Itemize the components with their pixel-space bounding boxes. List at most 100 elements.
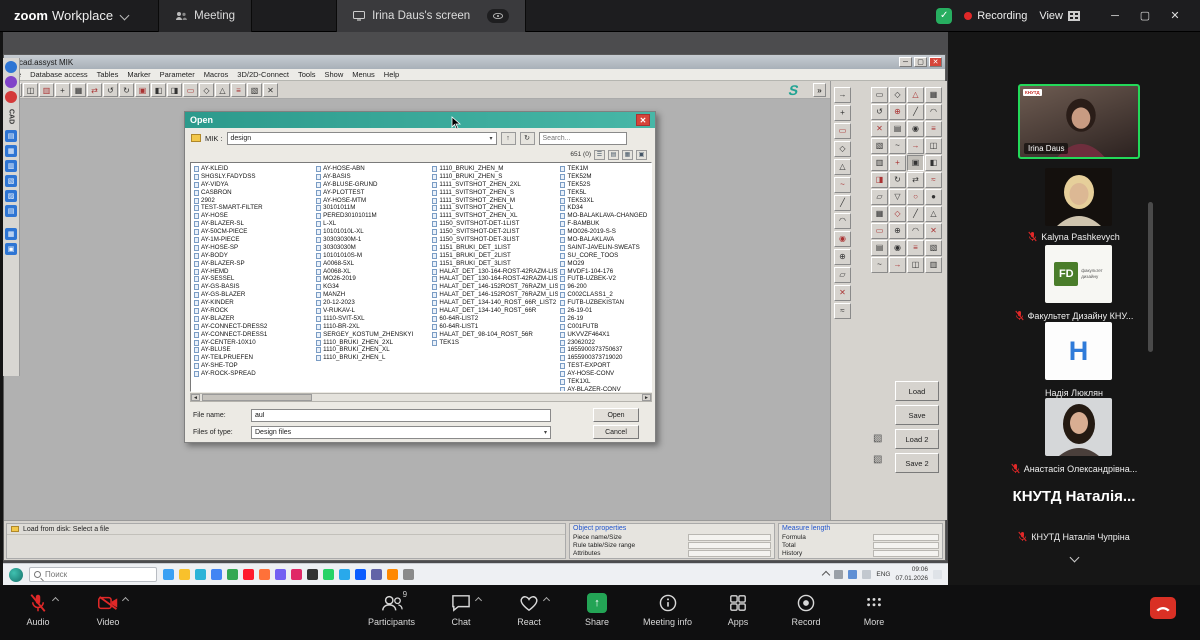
menu-help[interactable]: Help xyxy=(384,70,399,79)
file-item[interactable]: AY-HOSE-ABN xyxy=(316,165,430,173)
notification-icon[interactable] xyxy=(933,570,942,579)
dock-icon-8[interactable]: ▨ xyxy=(5,190,17,202)
file-item[interactable]: 30101011M xyxy=(316,204,430,212)
cad-tool-icon[interactable]: △ xyxy=(907,87,924,103)
watch-pill[interactable] xyxy=(487,9,509,23)
menu-parameter[interactable]: Parameter xyxy=(160,70,195,79)
language-indicator[interactable]: ENG xyxy=(876,571,890,578)
taskbar-app-icon-2[interactable] xyxy=(179,569,190,580)
file-item[interactable]: 1150_SVITSHOT-DET-2LIST xyxy=(432,228,558,236)
menu-tables[interactable]: Tables xyxy=(97,70,119,79)
cad-tool-icon[interactable]: ≡ xyxy=(231,83,246,97)
cad-tool-icon[interactable]: ◠ xyxy=(907,223,924,239)
file-item[interactable]: 1655900373750637 xyxy=(560,346,651,354)
file-item[interactable]: 1111_SVITSHOT_ZHEN_S xyxy=(432,189,558,197)
apps-button[interactable]: Apps xyxy=(716,592,760,627)
cad-tool-icon[interactable]: △ xyxy=(834,159,851,175)
file-item[interactable]: AY-BLAZER xyxy=(194,315,314,323)
menu-marker[interactable]: Marker xyxy=(127,70,150,79)
scroll-left-arrow[interactable]: ◄ xyxy=(191,394,200,401)
file-item[interactable]: AY-CONNECT-DRESS1 xyxy=(194,331,314,339)
cad-tool-icon[interactable]: ▭ xyxy=(834,123,851,139)
dock-icon-10[interactable]: ▦ xyxy=(5,228,17,240)
cad-tool-icon[interactable]: ~ xyxy=(871,257,888,273)
cad-tool-icon[interactable]: ▤ xyxy=(889,121,906,137)
file-item[interactable]: 10101010S-M xyxy=(316,252,430,260)
cad-tool-icon[interactable]: ▽ xyxy=(889,189,906,205)
cad-tool-icon[interactable]: ~ xyxy=(889,138,906,154)
file-item[interactable]: 1110-BR-2XL xyxy=(316,323,430,331)
file-item[interactable]: TEK1XL xyxy=(560,378,651,386)
taskbar-app-icon-4[interactable] xyxy=(211,569,222,580)
file-item[interactable]: AY-HOSE xyxy=(194,212,314,220)
file-item[interactable]: 1110_BRUKI_ZHEN_L xyxy=(316,354,430,362)
logo-tile-fd[interactable]: FD факультет дизайну xyxy=(1045,245,1112,303)
file-item[interactable]: HALAT_DET_130-164-ROST-42RAZM-LIST2 xyxy=(432,268,558,276)
folder-dropdown[interactable]: design ▾ xyxy=(227,132,497,145)
meeting-info-button[interactable]: Meeting info xyxy=(643,592,692,627)
audio-options-caret[interactable] xyxy=(52,597,59,604)
file-item[interactable]: 1111_SVITSHOT_ZHEN_L xyxy=(432,204,558,212)
file-item[interactable]: TEST-SMART-FILTER xyxy=(194,204,314,212)
file-item[interactable]: 30303030M-1 xyxy=(316,236,430,244)
dialog-search-input[interactable] xyxy=(539,132,627,145)
file-item[interactable]: TEK53XL xyxy=(560,197,651,205)
cad-tool-icon[interactable]: ╱ xyxy=(834,195,851,211)
file-item[interactable]: V-RUKAV-L xyxy=(316,307,430,315)
taskbar-start-icon[interactable] xyxy=(9,568,23,582)
file-item[interactable]: SAINT-JAVELIN-SWEATS xyxy=(560,244,651,252)
cad-tool-icon[interactable]: ≡ xyxy=(907,240,924,256)
leave-button[interactable] xyxy=(1150,597,1176,619)
file-item[interactable]: 2902 xyxy=(194,197,314,205)
cad-tool-icon[interactable]: ▥ xyxy=(39,83,54,97)
file-item[interactable]: 26-19-01 xyxy=(560,307,651,315)
file-item[interactable]: TEK52S xyxy=(560,181,651,189)
save-button[interactable]: Save xyxy=(895,405,939,425)
file-item[interactable]: 1111_SVITSHOT_ZHEN_XL xyxy=(432,212,558,220)
cad-tool-icon[interactable]: ▦ xyxy=(71,83,86,97)
cad-tool-icon[interactable]: △ xyxy=(215,83,230,97)
file-item[interactable]: AY-BLUSE-GRUND xyxy=(316,181,430,189)
file-item[interactable]: 1110_BRUKI_ZHEN_XL xyxy=(316,346,430,354)
file-item[interactable]: FUTB-UZBEK-V2 xyxy=(560,275,651,283)
tray-expand-icon[interactable] xyxy=(822,570,830,578)
cad-tool-icon[interactable]: ◉ xyxy=(834,231,851,247)
file-item[interactable]: SHGSLY.FADYDSS xyxy=(194,173,314,181)
cad-maximize-button[interactable]: ▢ xyxy=(914,57,927,67)
taskbar-app-icon-16[interactable] xyxy=(403,569,414,580)
file-item[interactable]: SERGEY_KOSTUM_ZHENSKYI xyxy=(316,331,430,339)
cad-tool-icon[interactable]: ○ xyxy=(907,189,924,205)
photo-tile-kalyna[interactable] xyxy=(1045,168,1112,226)
cad-tool-icon[interactable]: ◧ xyxy=(925,155,942,171)
file-item[interactable]: 30303030M xyxy=(316,244,430,252)
file-item[interactable]: A0068-5XL xyxy=(316,260,430,268)
file-item[interactable]: 26-19 xyxy=(560,315,651,323)
file-item[interactable]: AY-PLOTTEST xyxy=(316,189,430,197)
dock-icon-9[interactable]: ▤ xyxy=(5,205,17,217)
cad-tool-icon[interactable]: ╱ xyxy=(907,104,924,120)
cad-tool-icon[interactable]: ▤ xyxy=(871,240,888,256)
file-item[interactable]: AY-CENTER-10X10 xyxy=(194,339,314,347)
cad-tool-icon[interactable]: → xyxy=(834,87,851,103)
taskbar-app-icon-10[interactable] xyxy=(307,569,318,580)
scrollbar-thumb[interactable] xyxy=(202,394,312,401)
file-item[interactable]: HALAT_DET_130-164-ROST-42RAZM-LIST1 xyxy=(432,275,558,283)
dock-icon-5[interactable]: ▦ xyxy=(5,145,17,157)
cad-tool-icon[interactable]: ◨ xyxy=(167,83,182,97)
file-item[interactable]: 20-12-2023 xyxy=(316,299,430,307)
taskbar-app-icon-14[interactable] xyxy=(371,569,382,580)
file-item[interactable]: AY-HOSE-SP xyxy=(194,244,314,252)
file-item[interactable]: AY-50CM-PIECE xyxy=(194,228,314,236)
cad-tool-icon[interactable]: ↻ xyxy=(889,172,906,188)
cad-tool-icon[interactable]: ⊕ xyxy=(834,249,851,265)
dock-icon-2[interactable] xyxy=(5,76,17,88)
file-item[interactable]: HALAT_DET_134-140_ROST_66R_LIST2 xyxy=(432,299,558,307)
file-item[interactable]: MANZH xyxy=(316,291,430,299)
cad-tool-icon[interactable]: ▥ xyxy=(925,257,942,273)
dock-icon-11[interactable]: ▣ xyxy=(5,243,17,255)
dock-icon-7[interactable]: ▧ xyxy=(5,175,17,187)
recording-indicator[interactable]: Recording xyxy=(964,10,1027,22)
taskbar-app-icon-12[interactable] xyxy=(339,569,350,580)
logo-tile-h[interactable]: H xyxy=(1045,322,1112,380)
cad-tool-icon[interactable]: ◉ xyxy=(889,240,906,256)
